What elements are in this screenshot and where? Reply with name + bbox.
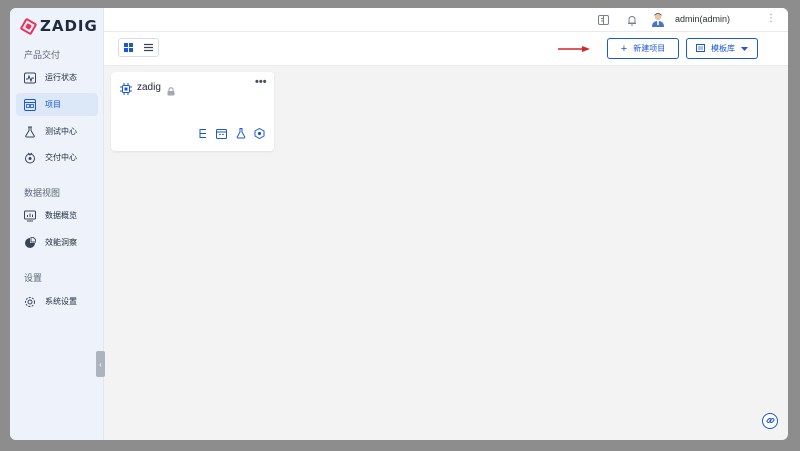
bell-icon[interactable] xyxy=(626,14,638,26)
more-horizontal-icon[interactable]: ••• xyxy=(255,76,267,88)
sidebar-item-label: 测试中心 xyxy=(45,127,77,136)
project-card-actions xyxy=(197,128,265,139)
caret-down-icon xyxy=(741,44,748,53)
workflow-icon[interactable] xyxy=(197,128,208,139)
section-title-settings: 设置 xyxy=(24,273,43,283)
project-icon xyxy=(24,98,36,111)
pie-chart-icon xyxy=(24,236,36,249)
project-chip-icon xyxy=(120,82,132,95)
sidebar-item-status[interactable]: 运行状态 xyxy=(16,66,98,89)
new-project-label: 新建项目 xyxy=(633,44,666,53)
logo-text: ZADIG xyxy=(40,17,98,35)
sidebar-collapse-button[interactable]: ‹ xyxy=(96,351,105,377)
new-project-button[interactable]: + 新建项目 xyxy=(607,38,679,59)
view-toggle xyxy=(118,38,159,57)
project-card[interactable]: zadig ••• xyxy=(111,72,274,151)
environment-icon[interactable] xyxy=(216,128,227,139)
sidebar-item-test-center[interactable]: 测试中心 xyxy=(16,120,98,143)
sidebar-item-label: 交付中心 xyxy=(45,153,77,162)
service-icon[interactable] xyxy=(254,128,265,139)
chevron-left-icon: ‹ xyxy=(99,359,102,369)
section-title-data-view: 数据视图 xyxy=(24,188,61,198)
pulse-icon xyxy=(24,72,36,84)
sidebar: ZADIG 产品交付 运行状态 项目 测试中心 交付中心 数据视图 数据概览 效… xyxy=(10,8,105,440)
sidebar-item-label: 效能洞察 xyxy=(45,238,77,247)
sidebar-item-data-overview[interactable]: 数据概览 xyxy=(16,204,98,227)
arrow-right-icon xyxy=(558,46,590,52)
plus-icon: + xyxy=(620,42,628,55)
gear-icon xyxy=(24,296,36,308)
project-name[interactable]: zadig xyxy=(137,82,161,93)
template-icon xyxy=(696,43,705,54)
more-vertical-icon[interactable]: ⋮ xyxy=(766,12,776,26)
sidebar-item-projects[interactable]: 项目 xyxy=(16,93,98,116)
sidebar-item-label: 运行状态 xyxy=(45,73,77,82)
zadig-logo-icon xyxy=(19,17,38,35)
sidebar-item-label: 项目 xyxy=(45,100,61,109)
sidebar-item-label: 数据概览 xyxy=(45,211,77,220)
grid-view-icon[interactable] xyxy=(119,39,139,56)
link-icon xyxy=(766,412,775,430)
sidebar-item-system-settings[interactable]: 系统设置 xyxy=(16,290,98,313)
logo[interactable]: ZADIG xyxy=(19,16,98,36)
list-view-icon[interactable] xyxy=(139,39,159,56)
dashboard-icon xyxy=(24,210,36,222)
test-flask-icon[interactable] xyxy=(235,128,246,139)
lock-icon xyxy=(167,83,175,96)
username[interactable]: admin(admin) xyxy=(675,14,730,24)
avatar[interactable] xyxy=(651,12,665,27)
section-title-delivery: 产品交付 xyxy=(24,50,61,60)
template-library-label: 模板库 xyxy=(711,44,735,53)
flask-icon xyxy=(24,126,36,138)
link-fab-button[interactable] xyxy=(762,413,778,429)
sidebar-item-delivery-center[interactable]: 交付中心 xyxy=(16,146,98,169)
template-library-button[interactable]: 模板库 xyxy=(686,38,758,59)
sidebar-item-label: 系统设置 xyxy=(45,297,77,306)
app-window: ZADIG 产品交付 运行状态 项目 测试中心 交付中心 数据视图 数据概览 效… xyxy=(10,8,788,440)
top-bar: admin(admin) ⋮ xyxy=(104,8,788,32)
toolbar: + 新建项目 模板库 xyxy=(104,32,788,66)
delivery-icon xyxy=(24,152,36,164)
sidebar-item-insights[interactable]: 效能洞察 xyxy=(16,231,98,254)
docs-icon[interactable] xyxy=(597,14,609,26)
